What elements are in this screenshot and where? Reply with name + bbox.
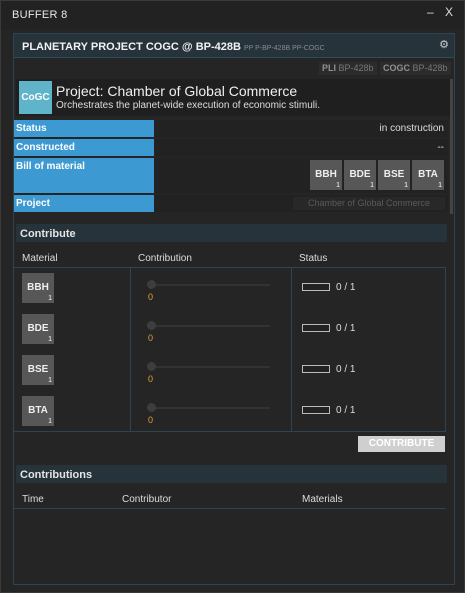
contribute-section-header: Contribute bbox=[16, 224, 447, 242]
material-tile-bbh[interactable]: BBH 1 bbox=[310, 160, 342, 190]
slider-handle[interactable] bbox=[147, 403, 156, 412]
material-tile-bde[interactable]: BDE 1 bbox=[22, 314, 54, 344]
material-ticker: BBH bbox=[27, 282, 49, 293]
material-tile-bse[interactable]: BSE 1 bbox=[22, 355, 54, 385]
close-button[interactable]: X bbox=[445, 5, 453, 19]
slider-handle[interactable] bbox=[147, 321, 156, 330]
project-header: CoGC Project: Chamber of Global Commerce… bbox=[16, 79, 450, 116]
field-label: Status bbox=[14, 120, 154, 137]
project-link-button[interactable]: Chamber of Global Commerce bbox=[293, 197, 445, 210]
material-ticker: BDE bbox=[27, 323, 49, 334]
tag-pli[interactable]: PLI BP-428b bbox=[319, 62, 377, 75]
panel-title-text: PLANETARY PROJECT COGC @ BP-428B bbox=[22, 41, 241, 53]
gear-icon[interactable]: ⚙ bbox=[439, 38, 449, 51]
contribution-slider[interactable] bbox=[154, 407, 270, 409]
window-frame: BUFFER 8 – X PLANETARY PROJECT COGC @ BP… bbox=[0, 0, 465, 593]
column-header-contribution: Contribution bbox=[138, 253, 192, 264]
material-tile-bbh[interactable]: BBH 1 bbox=[22, 273, 54, 303]
material-qty: 1 bbox=[48, 377, 52, 384]
status-progress-bar bbox=[302, 283, 330, 291]
slider-handle[interactable] bbox=[147, 362, 156, 371]
field-status: Status in construction bbox=[14, 120, 448, 137]
project-logo: CoGC bbox=[19, 81, 52, 114]
column-header-status: Status bbox=[299, 253, 328, 264]
material-ticker: BTA bbox=[28, 405, 48, 416]
status-progress-bar bbox=[302, 406, 330, 414]
column-divider bbox=[291, 267, 292, 432]
contribution-amount: 0 bbox=[148, 415, 154, 425]
material-ticker: BSE bbox=[383, 169, 405, 180]
scrollbar[interactable] bbox=[450, 79, 453, 214]
contribution-slider[interactable] bbox=[154, 366, 270, 368]
panel-subtitle: PP P-BP-428B PP-COGC bbox=[243, 45, 325, 52]
contribution-amount: 0 bbox=[148, 333, 154, 343]
column-header-material: Material bbox=[22, 253, 58, 264]
tag-cogc[interactable]: COGC BP-428b bbox=[380, 62, 451, 75]
column-header-materials: Materials bbox=[302, 494, 343, 505]
status-count: 0 / 1 bbox=[336, 323, 356, 334]
material-ticker: BDE bbox=[349, 169, 371, 180]
material-qty: 1 bbox=[404, 182, 408, 189]
constructed-value: -- bbox=[437, 142, 444, 153]
slider-handle[interactable] bbox=[147, 280, 156, 289]
field-project: Project Chamber of Global Commerce bbox=[14, 195, 448, 212]
material-ticker: BBH bbox=[315, 169, 337, 180]
contribution-amount: 0 bbox=[148, 292, 154, 302]
tag-value: BP-428b bbox=[412, 63, 448, 73]
material-qty: 1 bbox=[370, 182, 374, 189]
status-count: 0 / 1 bbox=[336, 405, 356, 416]
material-qty: 1 bbox=[438, 182, 442, 189]
status-count: 0 / 1 bbox=[336, 364, 356, 375]
section-title: Contributions bbox=[20, 469, 93, 481]
minimize-button[interactable]: – bbox=[427, 5, 434, 19]
contributions-table bbox=[14, 508, 446, 584]
field-label: Bill of material bbox=[14, 158, 154, 193]
material-qty: 1 bbox=[48, 336, 52, 343]
panel-title: PLANETARY PROJECT COGC @ BP-428B PP P-BP-… bbox=[22, 41, 325, 53]
bill-material-list: BBH 1 BDE 1 BSE 1 BTA 1 bbox=[310, 160, 444, 190]
material-ticker: BSE bbox=[27, 364, 49, 375]
contribute-button[interactable]: CONTRIBUTE bbox=[358, 436, 445, 452]
material-tile-bse[interactable]: BSE 1 bbox=[378, 160, 410, 190]
contribution-slider[interactable] bbox=[154, 284, 270, 286]
material-tile-bta[interactable]: BTA 1 bbox=[412, 160, 444, 190]
material-ticker: BTA bbox=[418, 169, 438, 180]
status-value: in construction bbox=[379, 123, 444, 134]
window-titlebar[interactable]: BUFFER 8 – X bbox=[1, 1, 464, 29]
material-qty: 1 bbox=[336, 182, 340, 189]
column-header-time: Time bbox=[22, 494, 44, 505]
tag-key: PLI bbox=[322, 63, 337, 73]
project-description: Orchestrates the planet-wide execution o… bbox=[56, 100, 321, 111]
material-tile-bde[interactable]: BDE 1 bbox=[344, 160, 376, 190]
tag-value: BP-428b bbox=[338, 63, 374, 73]
field-bill-of-material: Bill of material BBH 1 BDE 1 BSE 1 BTA 1 bbox=[14, 158, 448, 193]
project-name: Project: Chamber of Global Commerce bbox=[56, 83, 298, 99]
status-progress-bar bbox=[302, 324, 330, 332]
field-constructed: Constructed -- bbox=[14, 139, 448, 156]
field-label: Project bbox=[14, 195, 154, 212]
column-header-contributor: Contributor bbox=[122, 494, 172, 505]
planetary-project-panel: PLANETARY PROJECT COGC @ BP-428B PP P-BP-… bbox=[13, 33, 455, 585]
panel-header: PLANETARY PROJECT COGC @ BP-428B PP P-BP-… bbox=[14, 34, 454, 58]
material-qty: 1 bbox=[48, 295, 52, 302]
status-progress-bar bbox=[302, 365, 330, 373]
material-qty: 1 bbox=[48, 418, 52, 425]
contribution-amount: 0 bbox=[148, 374, 154, 384]
material-tile-bta[interactable]: BTA 1 bbox=[22, 396, 54, 426]
column-divider bbox=[130, 267, 131, 432]
contributions-section-header: Contributions bbox=[16, 465, 447, 483]
field-label: Constructed bbox=[14, 139, 154, 156]
status-count: 0 / 1 bbox=[336, 282, 356, 293]
section-title: Contribute bbox=[20, 228, 76, 240]
tag-key: COGC bbox=[383, 63, 410, 73]
contribution-slider[interactable] bbox=[154, 325, 270, 327]
window-title: BUFFER 8 bbox=[12, 9, 68, 21]
